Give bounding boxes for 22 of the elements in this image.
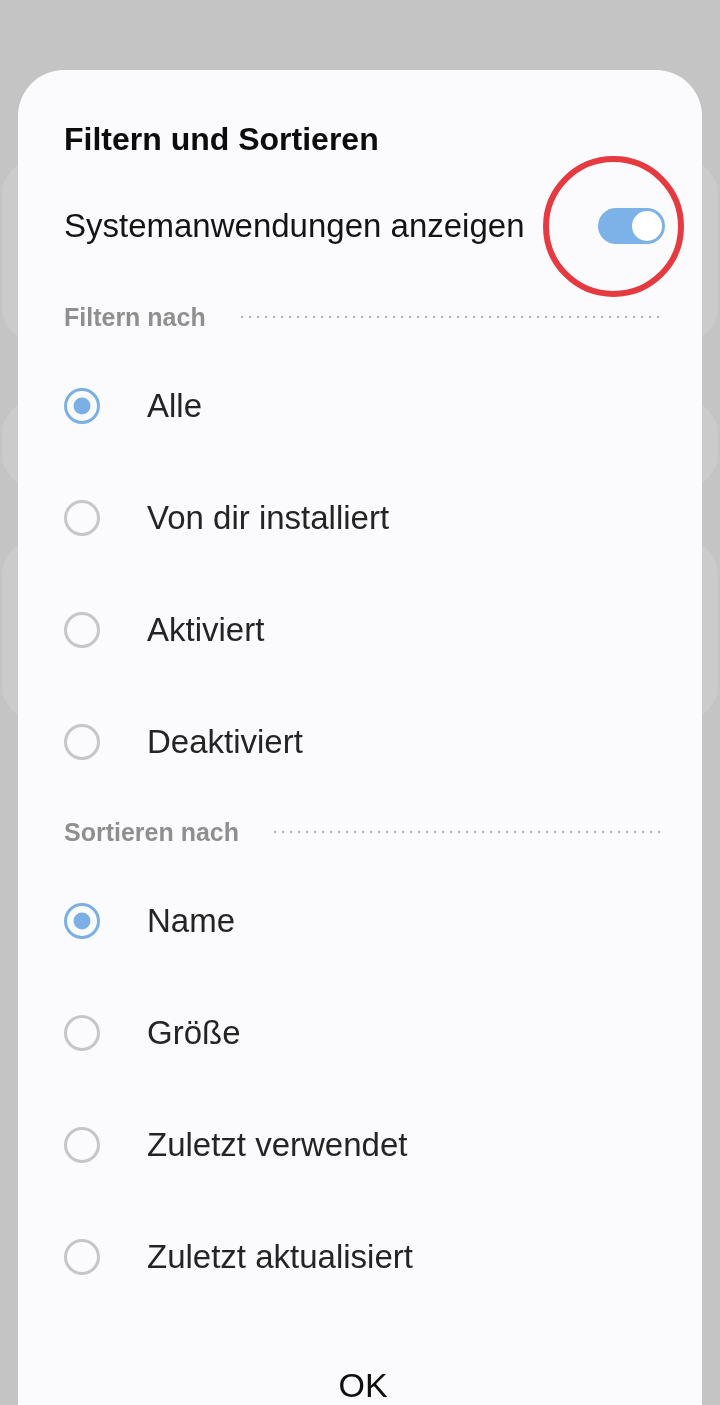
radio-option[interactable]: Zuletzt aktualisiert [64, 1237, 413, 1277]
section-heading: Sortieren nach [64, 817, 240, 848]
radio-option[interactable]: Aktiviert [64, 610, 265, 650]
radio-button[interactable] [64, 612, 100, 648]
radio-button[interactable] [64, 724, 100, 760]
dialog-title: Filtern und Sortieren [64, 120, 379, 159]
radio-button[interactable] [64, 388, 100, 424]
radio-button[interactable] [64, 1127, 100, 1163]
radio-button[interactable] [64, 1239, 100, 1275]
radio-option[interactable]: Name [64, 901, 236, 941]
radio-button[interactable] [64, 1015, 100, 1051]
radio-option[interactable]: Größe [64, 1013, 241, 1053]
toggle-label: Systemanwendungen anzeigen [64, 206, 525, 246]
radio-button[interactable] [64, 903, 100, 939]
radio-button[interactable] [64, 500, 100, 536]
radio-option[interactable]: Deaktiviert [64, 722, 303, 762]
section-heading: Filtern nach [64, 302, 206, 333]
toggle-switch[interactable] [598, 208, 665, 244]
radio-option[interactable]: Zuletzt verwendet [64, 1125, 408, 1165]
radio-option[interactable]: Von dir installiert [64, 498, 390, 538]
radio-option[interactable]: Alle [64, 386, 203, 426]
ok-button[interactable]: OK [314, 1365, 412, 1405]
